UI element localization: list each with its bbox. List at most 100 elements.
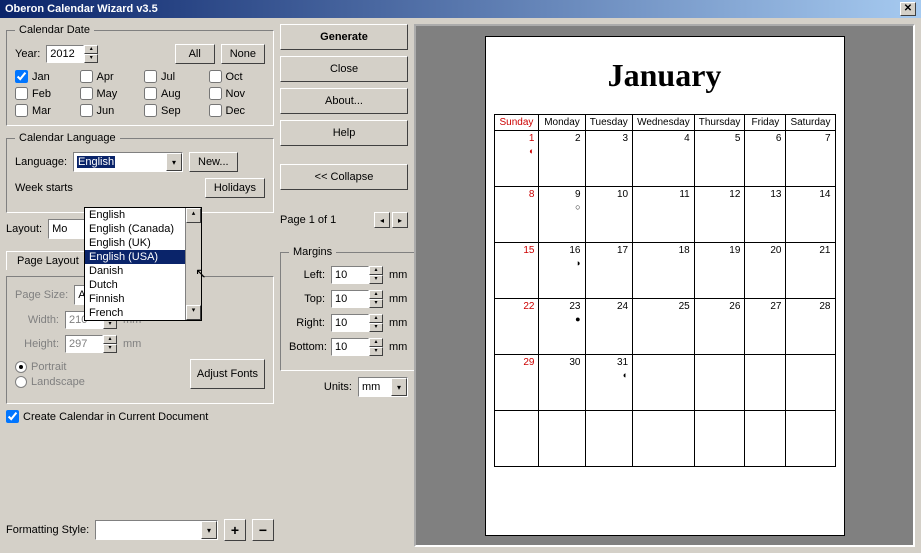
calendar-cell: 16◑: [539, 242, 585, 298]
margin-top-input[interactable]: [331, 290, 369, 308]
close-icon[interactable]: ✕: [900, 2, 916, 16]
width-label: Width:: [15, 314, 59, 326]
calendar-cell: 12: [694, 186, 745, 242]
calendar-cell: 28: [786, 298, 835, 354]
calendar-cell: 24: [585, 298, 633, 354]
month-checkbox-oct[interactable]: Oct: [209, 70, 266, 83]
language-select[interactable]: English: [73, 152, 183, 172]
year-down[interactable]: ▾: [84, 54, 98, 63]
about-button[interactable]: About...: [280, 88, 408, 114]
calendar-cell: 3: [585, 130, 633, 186]
month-checkbox-nov[interactable]: Nov: [209, 87, 266, 100]
units-select[interactable]: mm: [358, 377, 408, 397]
create-in-document-label: Create Calendar in Current Document: [23, 411, 208, 423]
chevron-down-icon[interactable]: [166, 153, 182, 171]
portrait-radio[interactable]: Portrait: [15, 361, 85, 373]
month-checkbox-may[interactable]: May: [80, 87, 137, 100]
month-checkbox-mar[interactable]: Mar: [15, 104, 72, 117]
none-button[interactable]: None: [221, 44, 265, 64]
create-in-document-checkbox[interactable]: [6, 410, 19, 423]
layout-label: Layout:: [6, 223, 42, 235]
language-option[interactable]: English: [85, 208, 185, 222]
month-checkbox-jun[interactable]: Jun: [80, 104, 137, 117]
calendar-cell: [745, 354, 786, 410]
month-checkbox-sep[interactable]: Sep: [144, 104, 201, 117]
close-button[interactable]: Close: [280, 56, 408, 82]
new-language-button[interactable]: New...: [189, 152, 238, 172]
calendar-cell: [633, 410, 695, 466]
height-input[interactable]: [65, 335, 103, 353]
calendar-cell: 5: [694, 130, 745, 186]
generate-button[interactable]: Generate: [280, 24, 408, 50]
calendar-language-group: Calendar Language Language: English New.…: [6, 132, 274, 213]
margin-left-input[interactable]: [331, 266, 369, 284]
calendar-cell: 1◐: [494, 130, 539, 186]
language-option[interactable]: English (USA): [85, 250, 185, 264]
remove-style-button[interactable]: −: [252, 519, 274, 541]
calendar-cell: [539, 410, 585, 466]
chevron-down-icon[interactable]: [201, 521, 217, 539]
month-checkbox-jan[interactable]: Jan: [15, 70, 72, 83]
calendar-cell: [786, 354, 835, 410]
calendar-cell: 7: [786, 130, 835, 186]
calendar-cell: 8: [494, 186, 539, 242]
calendar-cell: 2: [539, 130, 585, 186]
calendar-cell: 6: [745, 130, 786, 186]
calendar-cell: 10: [585, 186, 633, 242]
chevron-down-icon[interactable]: [391, 378, 407, 396]
day-header: Friday: [745, 114, 786, 130]
language-option[interactable]: Finnish: [85, 292, 185, 306]
language-label: Language:: [15, 156, 67, 168]
month-checkbox-apr[interactable]: Apr: [80, 70, 137, 83]
day-header: Wednesday: [633, 114, 695, 130]
calendar-cell: 15: [494, 242, 539, 298]
calendar-cell: [786, 410, 835, 466]
language-option[interactable]: French: [85, 306, 185, 320]
month-checkbox-jul[interactable]: Jul: [144, 70, 201, 83]
calendar-cell: 20: [745, 242, 786, 298]
month-checkbox-aug[interactable]: Aug: [144, 87, 201, 100]
units-label: Units:: [324, 381, 352, 393]
calendar-cell: 14: [786, 186, 835, 242]
collapse-button[interactable]: << Collapse: [280, 164, 408, 190]
scrollbar[interactable]: ▴ ▾: [185, 208, 201, 320]
formatting-style-select[interactable]: [95, 520, 218, 540]
calendar-cell: [745, 410, 786, 466]
preview-month-title: January: [494, 57, 836, 94]
language-option[interactable]: Dutch: [85, 278, 185, 292]
language-dropdown[interactable]: EnglishEnglish (Canada)English (UK)Engli…: [84, 207, 202, 321]
adjust-fonts-button[interactable]: Adjust Fonts: [190, 359, 265, 389]
calendar-cell: [694, 354, 745, 410]
landscape-radio[interactable]: Landscape: [15, 376, 85, 388]
language-option[interactable]: English (UK): [85, 236, 185, 250]
all-button[interactable]: All: [175, 44, 215, 64]
calendar-cell: 29: [494, 354, 539, 410]
day-header: Tuesday: [585, 114, 633, 130]
year-input[interactable]: [46, 45, 84, 63]
month-checkbox-feb[interactable]: Feb: [15, 87, 72, 100]
language-option[interactable]: Danish: [85, 264, 185, 278]
preview-panel: January SundayMondayTuesdayWednesdayThur…: [414, 24, 915, 547]
margins-group: Margins Left:▴▾mm Top:▴▾mm Right:▴▾mm Bo…: [280, 246, 416, 371]
help-button[interactable]: Help: [280, 120, 408, 146]
calendar-cell: 19: [694, 242, 745, 298]
margin-right-input[interactable]: [331, 314, 369, 332]
unit-label: mm: [123, 338, 141, 350]
add-style-button[interactable]: +: [224, 519, 246, 541]
calendar-cell: [633, 354, 695, 410]
calendar-cell: [694, 410, 745, 466]
calendar-cell: 13: [745, 186, 786, 242]
calendar-cell: 22: [494, 298, 539, 354]
calendar-cell: 23●: [539, 298, 585, 354]
next-page-button[interactable]: ▸: [392, 212, 408, 228]
margin-bottom-input[interactable]: [331, 338, 369, 356]
calendar-cell: 25: [633, 298, 695, 354]
year-up[interactable]: ▴: [84, 45, 98, 54]
holidays-button[interactable]: Holidays: [205, 178, 265, 198]
language-option[interactable]: English (Canada): [85, 222, 185, 236]
prev-page-button[interactable]: ◂: [374, 212, 390, 228]
calendar-cell: 30: [539, 354, 585, 410]
month-checkbox-dec[interactable]: Dec: [209, 104, 266, 117]
tab-page-layout[interactable]: Page Layout: [6, 251, 90, 270]
calendar-cell: 4: [633, 130, 695, 186]
